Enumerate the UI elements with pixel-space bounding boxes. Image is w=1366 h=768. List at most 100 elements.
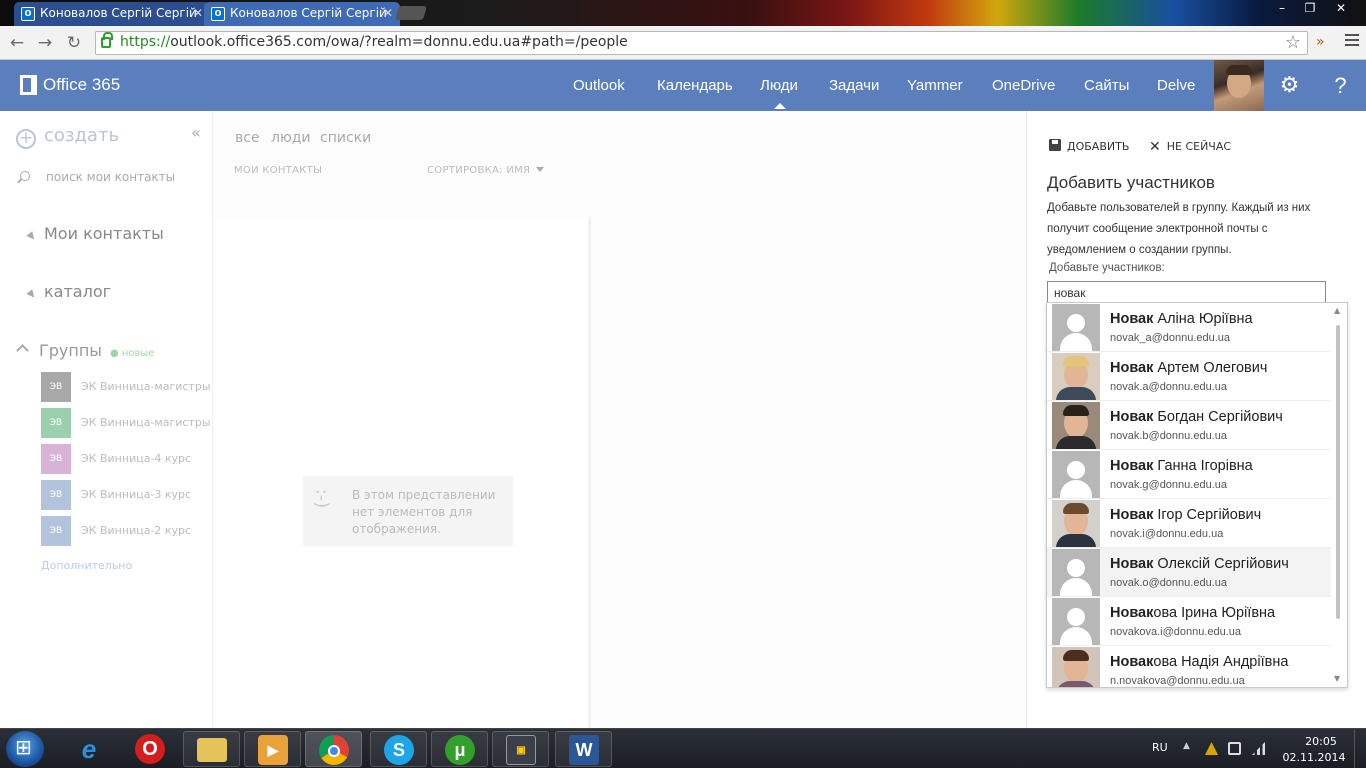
suggestion-item[interactable]: Новак Артем Олегович novak.a@donnu.edu.ua	[1047, 352, 1331, 401]
taskbar-network-tool[interactable]: ▣	[492, 731, 549, 767]
media-player-icon: ▶	[258, 735, 288, 765]
left-nav-pane: + создать « поиск мои контакты ▼ Мои конта…	[0, 111, 213, 728]
suggestion-item[interactable]: Новак Ганна Ігорівна novak.g@donnu.edu.ua	[1047, 450, 1331, 499]
sort-dropdown[interactable]: СОРТИРОВКА: ИМЯ	[427, 165, 545, 176]
nav-sites[interactable]: Сайты	[1084, 77, 1129, 94]
pane-divider	[588, 217, 591, 728]
search-contacts-input[interactable]: поиск мои контакты	[46, 170, 175, 184]
chrome-icon	[319, 735, 349, 765]
address-bar[interactable]: https://outlook.office365.com/owa/?realm…	[95, 31, 1308, 55]
nav-tasks[interactable]: Задачи	[829, 77, 879, 94]
taskbar-internet-explorer[interactable]: e	[61, 731, 118, 767]
scroll-up-icon[interactable]: ▲	[1334, 306, 1340, 315]
battery-icon[interactable]	[1228, 742, 1241, 755]
nav-yammer[interactable]: Yammer	[907, 77, 963, 94]
filter-lists[interactable]: списки	[320, 130, 371, 146]
match-highlight: Новак	[1110, 605, 1154, 621]
reload-icon[interactable]: ↻	[63, 32, 85, 54]
group-name: ЭК Винница-2 курс	[81, 524, 192, 537]
filter-people[interactable]: люди	[271, 130, 311, 146]
match-highlight: Новак	[1110, 311, 1154, 327]
group-avatar: ЭВ	[41, 516, 71, 546]
directory-folder[interactable]: ▼ каталог	[25, 282, 111, 301]
url-text[interactable]: https://outlook.office365.com/owa/?realm…	[120, 34, 628, 50]
contact-photo	[1052, 353, 1100, 400]
my-contacts-folder[interactable]: ▼ Мои контакты	[25, 224, 164, 243]
restore-window-icon[interactable]: ❐	[1296, 0, 1324, 18]
add-button[interactable]: ДОБАВИТЬ	[1049, 139, 1129, 153]
network-signal-icon[interactable]	[1252, 742, 1265, 755]
taskbar-media-player[interactable]: ▶	[244, 731, 301, 767]
group-name: ЭК Винница-магистры з	[81, 380, 213, 393]
suggestion-item[interactable]: Новакова Надія Андріївна n.novakova@donnu…	[1047, 646, 1331, 687]
match-highlight: Новак	[1110, 409, 1154, 425]
show-desktop-button[interactable]	[1354, 729, 1366, 768]
close-icon: ✕	[1149, 139, 1161, 155]
taskbar-file-explorer[interactable]	[183, 731, 240, 767]
new-badge: ● новые	[109, 348, 155, 359]
start-button[interactable]	[6, 731, 44, 767]
back-arrow-icon[interactable]: ←	[6, 32, 28, 54]
nav-people[interactable]: Люди	[760, 77, 798, 94]
create-button[interactable]: + создать	[16, 125, 119, 149]
match-highlight: Новак	[1110, 360, 1154, 376]
members-search-input[interactable]: новак	[1047, 281, 1326, 304]
list-header: МОИ КОНТАКТЫ	[234, 165, 323, 176]
action-center-flag-icon[interactable]	[1205, 742, 1218, 755]
scrollbar-thumb[interactable]	[1336, 325, 1340, 619]
suggestion-item[interactable]: Новак Аліна Юріївна novak_a@donnu.edu.ua	[1047, 303, 1331, 352]
suggestion-item[interactable]: Новакова Ірина Юріївна novakova.i@donnu.e…	[1047, 597, 1331, 646]
nav-outlook[interactable]: Outlook	[573, 77, 625, 94]
filter-all[interactable]: все	[235, 130, 260, 146]
more-groups-link[interactable]: Дополнительно	[41, 559, 132, 572]
name-rest: Ганна Ігорівна	[1153, 458, 1253, 474]
close-tab-icon[interactable]: ✕	[193, 2, 203, 24]
scroll-down-icon[interactable]: ▼	[1334, 674, 1340, 683]
person-placeholder-icon	[1052, 598, 1100, 645]
taskbar-skype[interactable]: S	[370, 731, 427, 767]
suggestion-email: novak.g@donnu.edu.ua	[1110, 479, 1227, 491]
browser-tab[interactable]: O Коновалов Сергій Сергій ✕	[14, 2, 210, 26]
group-avatar: ЭВ	[41, 444, 71, 474]
close-tab-icon[interactable]: ✕	[383, 2, 393, 24]
collapse-pane-icon[interactable]: «	[191, 123, 201, 142]
suggestion-email: novak.i@donnu.edu.ua	[1110, 528, 1224, 540]
clock-time[interactable]: 20:05	[1296, 735, 1346, 748]
settings-gear-icon[interactable]: ⚙	[1264, 60, 1315, 111]
nav-onedrive[interactable]: OneDrive	[992, 77, 1055, 94]
groups-header[interactable]: Группы ● новые	[16, 341, 155, 360]
show-hidden-icons-icon[interactable]: ▲	[1183, 741, 1190, 751]
nav-calendar[interactable]: Календарь	[657, 77, 733, 94]
people-suggestions-dropdown: Новак Аліна Юріївна novak_a@donnu.edu.ua Н…	[1046, 302, 1348, 688]
close-window-icon[interactable]: ✕	[1326, 0, 1356, 18]
new-tab-button[interactable]	[395, 6, 427, 20]
minimize-window-icon[interactable]: –	[1268, 0, 1296, 18]
user-avatar[interactable]	[1214, 60, 1264, 111]
clock-date[interactable]: 02.11.2014	[1282, 751, 1346, 764]
not-now-button[interactable]: ✕ НЕ СЕЙЧАС	[1149, 139, 1231, 155]
taskbar-opera[interactable]: O	[122, 731, 179, 767]
browser-tab-active[interactable]: O Коновалов Сергій Сергій ✕	[204, 2, 400, 26]
help-icon[interactable]: ?	[1315, 60, 1366, 111]
language-indicator[interactable]: RU	[1152, 741, 1168, 754]
office-logo-icon	[20, 75, 37, 95]
nav-delve[interactable]: Delve	[1157, 77, 1195, 94]
match-highlight: Новак	[1110, 654, 1154, 670]
suggestion-item[interactable]: Новак Олексій Сергійович novak.o@donnu.ed…	[1047, 548, 1331, 597]
utorrent-icon: μ	[445, 735, 475, 765]
taskbar-chrome[interactable]	[305, 731, 362, 767]
forward-arrow-icon[interactable]: →	[34, 32, 56, 54]
extensions-chevron-icon[interactable]: »	[1316, 34, 1325, 50]
suggestion-item[interactable]: Новак Ігор Сергійович novak.i@donnu.edu.u…	[1047, 499, 1331, 548]
taskbar-utorrent[interactable]: μ	[431, 731, 488, 767]
name-rest: Богдан Сергійович	[1153, 409, 1283, 425]
suggestion-item[interactable]: Новак Богдан Сергійович novak.b@donnu.edu…	[1047, 401, 1331, 450]
lock-icon	[101, 32, 113, 48]
browser-menu-icon[interactable]	[1345, 34, 1359, 46]
create-label: создать	[44, 125, 120, 146]
bookmark-star-icon[interactable]: ☆	[1285, 32, 1301, 53]
my-contacts-label: Мои контакты	[44, 224, 164, 243]
person-placeholder-icon	[1052, 549, 1100, 596]
contacts-list: :-) В этом представлении нет элементов д…	[214, 217, 588, 728]
taskbar-word[interactable]: W	[555, 731, 612, 767]
